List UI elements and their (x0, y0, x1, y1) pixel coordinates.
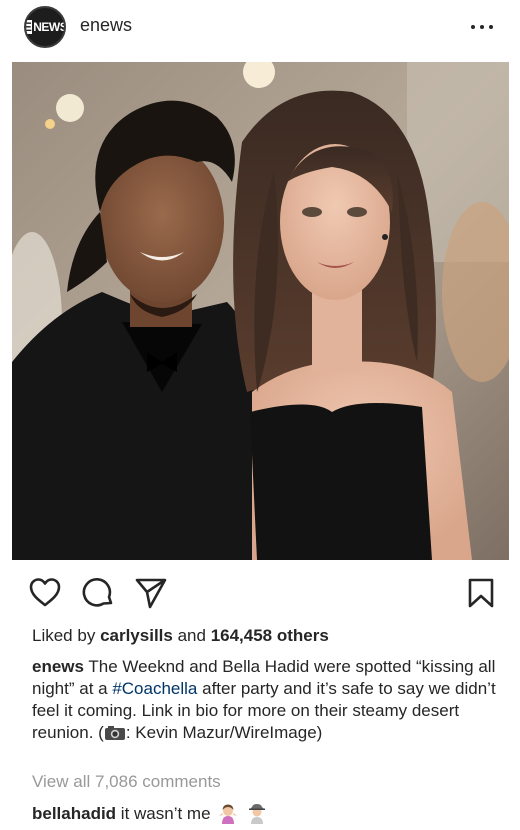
likes-joiner: and (177, 626, 206, 645)
liker-username[interactable]: carlysills (100, 626, 173, 645)
action-bar (0, 560, 520, 620)
more-horizontal-icon[interactable] (470, 20, 494, 34)
likes-count[interactable]: 164,458 others (211, 626, 329, 645)
comment-username[interactable]: bellahadid (32, 804, 116, 823)
comment-icon[interactable] (82, 576, 116, 610)
caption-credit: : Kevin Mazur/WireImage) (125, 723, 323, 742)
comment-row: bellahadid it wasn’t me (32, 802, 268, 824)
bookmark-icon[interactable] (464, 576, 498, 610)
view-all-comments-link[interactable]: View all 7,086 comments (32, 772, 221, 792)
detective-emoji (249, 804, 266, 824)
likes-prefix: Liked by (32, 626, 96, 645)
woman-shrugging-emoji (219, 804, 238, 824)
post-photo[interactable] (12, 62, 509, 560)
likes-summary: Liked by carlysills and 164,458 others (32, 626, 329, 646)
post-caption: enews The Weeknd and Bella Hadid were sp… (32, 656, 502, 744)
photo-illustration (12, 62, 509, 560)
caption-username[interactable]: enews (32, 657, 84, 676)
avatar-logo: E NEWS (24, 20, 66, 34)
heart-icon[interactable] (28, 576, 62, 610)
comment-text: it wasn’t me (116, 804, 211, 823)
camera-icon (104, 726, 125, 740)
post-username[interactable]: enews (80, 15, 132, 36)
send-icon[interactable] (134, 576, 168, 610)
hashtag-link[interactable]: #Coachella (112, 679, 197, 698)
avatar[interactable]: E NEWS (24, 6, 66, 48)
post-header: E NEWS enews (0, 0, 520, 56)
